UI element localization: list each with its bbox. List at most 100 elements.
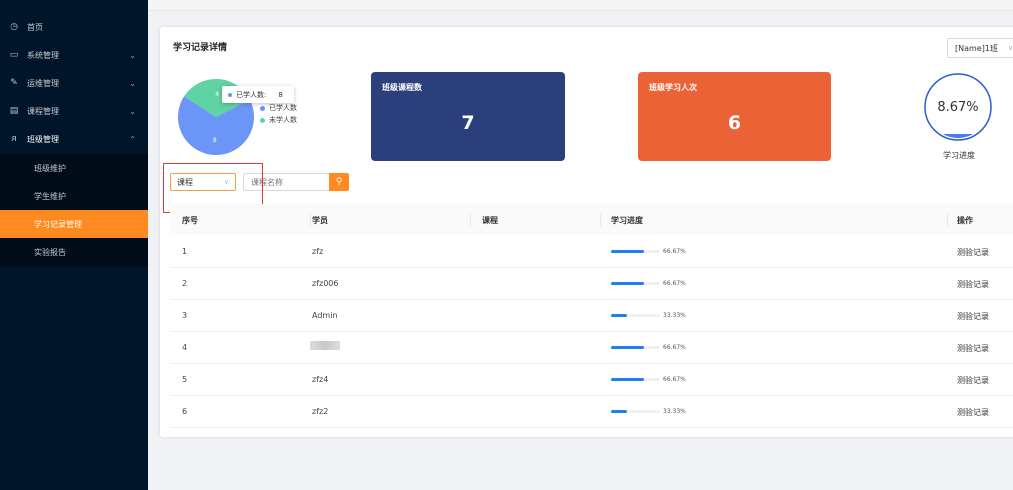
- header-divider: [470, 214, 471, 226]
- progress-bar: [611, 378, 660, 381]
- header-index: 序号: [182, 216, 198, 225]
- progress-wave: [927, 134, 989, 138]
- progress-bar: [611, 282, 660, 285]
- chevron-down-icon: ⌄: [129, 106, 136, 116]
- filter-type-value: 课程: [177, 177, 193, 187]
- progress-bar-fill: [611, 314, 628, 317]
- chevron-down-icon: ⌄: [129, 50, 136, 60]
- table-row: 3 Admin 33.33% 测验记录: [170, 299, 1013, 332]
- table-row: 1 zfz 66.67% 测验记录: [170, 235, 1013, 268]
- table-header: 序号 学员 课程 学习进度 操作: [170, 204, 1013, 235]
- sidebar-subitem-student-maintain[interactable]: 学生维护: [0, 182, 148, 210]
- progress-label: 学习进度: [943, 151, 975, 160]
- cell-progress-text: 33.33%: [663, 312, 686, 319]
- sidebar-subitem-label: 学生维护: [34, 191, 66, 201]
- cell-progress-text: 66.67%: [663, 376, 686, 383]
- table-row: 6 zfz2 33.33% 测验记录: [170, 395, 1013, 428]
- course-count-value: 7: [461, 112, 475, 134]
- pie-tooltip: 已学人数: 8: [222, 86, 294, 103]
- cell-index: 6: [182, 407, 188, 416]
- cell-progress-text: 66.67%: [663, 344, 686, 351]
- legend-label: 未学人数: [269, 116, 297, 124]
- header-course: 课程: [482, 216, 498, 225]
- progress-bar-fill: [611, 378, 644, 381]
- tooltip-value: 8: [278, 90, 283, 99]
- legend-item-not-learned[interactable]: 未学人数: [260, 114, 297, 126]
- sidebar-item-label: 运维管理: [27, 78, 59, 88]
- sidebar: ◷ 首页 ▭ 系统管理 ⌄ ✎ 运维管理 ⌄ ▤ 课程管理 ⌄ ᴙ 班级管理 ⌃…: [0, 0, 148, 490]
- study-count-value: 6: [727, 112, 742, 134]
- quiz-record-link[interactable]: 测验记录: [957, 311, 989, 322]
- quiz-record-link[interactable]: 测验记录: [957, 407, 989, 418]
- class-select[interactable]: [Name]1班 ∨: [947, 38, 1013, 58]
- chevron-down-icon: ∨: [223, 178, 229, 186]
- course-count-label: 班级课程数: [382, 83, 422, 92]
- progress-bar-fill: [611, 282, 644, 285]
- clock-icon: ◷: [10, 22, 18, 32]
- table-row: 4 66.67% 测验记录: [170, 331, 1013, 364]
- quiz-record-link[interactable]: 测验记录: [957, 343, 989, 354]
- progress-circle: 8.67%: [923, 72, 993, 142]
- book-icon: ▤: [9, 106, 19, 116]
- sidebar-item-ops[interactable]: ✎ 运维管理 ⌄: [0, 69, 148, 97]
- cell-progress-text: 33.33%: [663, 408, 686, 415]
- tooltip-label: 已学人数:: [236, 90, 267, 99]
- table-row: 2 zfz006 66.67% 测验记录: [170, 267, 1013, 300]
- sidebar-item-home[interactable]: ◷ 首页: [0, 13, 148, 41]
- class-select-value: [Name]1班: [955, 43, 998, 53]
- quiz-record-link[interactable]: 测验记录: [957, 247, 989, 258]
- sidebar-item-system[interactable]: ▭ 系统管理 ⌄: [0, 41, 148, 69]
- header-progress: 学习进度: [611, 216, 643, 225]
- sidebar-subitem-label: 学习记录管理: [34, 219, 82, 229]
- course-name-input[interactable]: [243, 173, 329, 191]
- cell-index: 2: [182, 279, 188, 288]
- filter-type-select[interactable]: 课程 ∨: [170, 173, 236, 191]
- monitor-icon: ▭: [9, 50, 19, 60]
- sidebar-subitem-label: 班级维护: [34, 163, 66, 173]
- study-count-label: 班级学习人次: [649, 83, 697, 92]
- cell-index: 4: [182, 343, 188, 352]
- cell-progress-text: 66.67%: [663, 280, 686, 287]
- header-action: 操作: [957, 216, 973, 225]
- quiz-record-link[interactable]: 测验记录: [957, 375, 989, 386]
- progress-bar: [611, 250, 660, 253]
- sidebar-item-label: 首页: [27, 22, 43, 32]
- progress-bar: [611, 314, 660, 317]
- header-divider: [310, 214, 311, 226]
- cell-progress-text: 66.67%: [663, 248, 686, 255]
- cell-student: Admin: [312, 311, 338, 320]
- sidebar-subitem-study-records[interactable]: 学习记录管理: [0, 210, 148, 238]
- sidebar-item-course[interactable]: ▤ 课程管理 ⌄: [0, 97, 148, 125]
- cell-student: zfz2: [312, 407, 329, 416]
- search-button[interactable]: ⚲: [329, 173, 349, 191]
- course-count-card: 班级课程数 7: [371, 72, 565, 161]
- header-student: 学员: [312, 216, 328, 225]
- cell-student: zfz006: [312, 279, 339, 288]
- study-count-card: 班级学习人次 6: [638, 72, 831, 161]
- study-record-card: 学习记录详情 [Name]1班 ∨ 8 4 已学人数 未学人数 已学人数: 8 班…: [160, 27, 1013, 437]
- header-divider: [947, 214, 948, 226]
- header-divider: [600, 214, 601, 226]
- sidebar-subitem-label: 实验报告: [34, 247, 66, 257]
- legend-label: 已学人数: [269, 104, 297, 112]
- legend-item-learned[interactable]: 已学人数: [260, 102, 297, 114]
- cell-index: 5: [182, 375, 188, 384]
- chevron-down-icon: ⌄: [129, 78, 136, 88]
- quiz-record-link[interactable]: 测验记录: [957, 279, 989, 290]
- progress-bar-fill: [611, 250, 644, 253]
- progress-bar: [611, 346, 660, 349]
- legend-dot: [260, 117, 265, 123]
- sidebar-item-label: 班级管理: [27, 134, 59, 144]
- sidebar-subitem-class-maintain[interactable]: 班级维护: [0, 154, 148, 182]
- wrench-icon: ✎: [10, 78, 18, 88]
- progress-bar: [611, 410, 660, 413]
- progress-bar-fill: [611, 346, 644, 349]
- chevron-up-icon: ⌃: [129, 134, 136, 144]
- legend-dot: [260, 105, 265, 111]
- sidebar-item-class[interactable]: ᴙ 班级管理 ⌃: [0, 125, 148, 153]
- chevron-down-icon: ∨: [1007, 44, 1013, 52]
- top-bar: [148, 0, 1013, 11]
- blurred-student-name: [310, 341, 340, 350]
- sidebar-subitem-lab-report[interactable]: 实验报告: [0, 238, 148, 266]
- cell-student: zfz4: [312, 375, 329, 384]
